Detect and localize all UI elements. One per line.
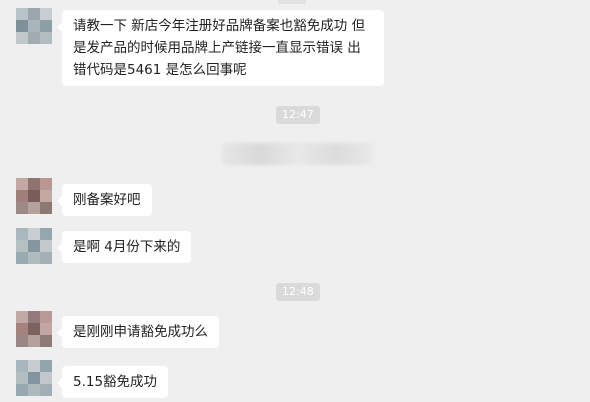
redacted-text-blurred	[222, 143, 374, 165]
contact-avatar[interactable]	[16, 178, 52, 214]
message-text-line: 请教一下 新店今年注册好品牌备案也豁免成功 但	[73, 18, 366, 34]
message-text-line: 是发产品的时候用品牌上产链接一直显示错误 出	[73, 40, 361, 56]
contact-avatar[interactable]	[16, 311, 52, 347]
message-bubble[interactable]: 5.15豁免成功	[56, 366, 169, 398]
message-bubble[interactable]: 是刚刚申请豁免成功么	[57, 316, 219, 348]
timestamp: 12:48	[276, 283, 320, 301]
message-text-line: 错代码是5461 是怎么回事呢	[73, 62, 247, 78]
message-bubble[interactable]: 刚备案好吧	[57, 184, 152, 216]
message-bubble[interactable]: 是啊 4月份下来的	[56, 231, 192, 263]
previous-timestamp-stub	[278, 0, 306, 4]
timestamp: 12:47	[276, 106, 320, 124]
message-bubble[interactable]: 请教一下 新店今年注册好品牌备案也豁免成功 但 是发产品的时候用品牌上产链接一直…	[57, 10, 384, 86]
contact-avatar[interactable]	[16, 360, 52, 396]
contact-avatar[interactable]	[16, 8, 52, 44]
contact-avatar[interactable]	[16, 228, 52, 264]
